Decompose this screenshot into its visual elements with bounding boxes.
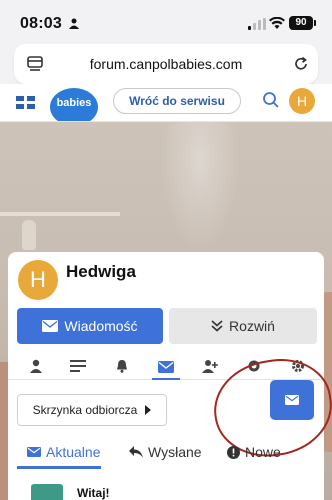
back-to-site-button[interactable]: Wróć do serwisu [113,88,241,114]
person-icon [69,18,79,29]
tab-profile[interactable] [22,356,50,376]
message-button[interactable]: Wiadomość [17,308,163,344]
profile-avatar: H [18,260,58,300]
tab-notifications[interactable] [108,356,136,376]
add-user-icon [202,360,218,373]
profile-card: H Hedwiga Wiadomość Rozwiń Skrzynka odbi… [8,252,332,500]
active-tab-underline [17,466,101,469]
tab-posts[interactable] [64,356,92,376]
site-logo[interactable]: babies [50,88,98,121]
browser-url-bar[interactable]: forum.canpolbabies.com [14,44,318,84]
person-icon [30,359,42,373]
list-item[interactable]: Witaj! [17,478,317,500]
photo-highlight [160,122,240,252]
search-icon[interactable] [262,91,280,109]
wifi-icon [269,17,285,29]
alert-circle-icon [227,445,240,459]
grid-menu-icon[interactable] [16,96,36,110]
expand-button-label: Rozwiń [229,318,275,334]
caret-right-icon [145,405,152,415]
envelope-icon [27,447,41,457]
double-chevron-down-icon [211,320,223,332]
user-avatar[interactable]: H [289,88,315,114]
site-header: babies Wróć do serwisu H [0,84,332,122]
signal-icon [248,18,266,30]
message-tabs: Aktualne Wysłane Nowe [17,438,317,469]
message-button-label: Wiadomość [64,318,138,334]
message-title: Witaj! [77,486,110,500]
url-text[interactable]: forum.canpolbabies.com [56,56,276,72]
tab-current[interactable]: Aktualne [27,444,100,460]
tab-friends[interactable] [196,356,224,376]
envelope-icon [158,361,174,373]
tab-new[interactable]: Nowe [227,444,281,460]
photo-shelf [0,212,120,216]
battery-indicator: 90 [289,16,313,30]
reload-icon[interactable] [292,55,310,73]
reply-icon [129,446,143,458]
folder-select-value: Skrzynka odbiorcza [32,403,138,417]
photo-vase [22,220,36,250]
bell-icon [117,360,127,373]
envelope-icon [42,320,59,332]
tab-sent-label: Wysłane [148,444,202,460]
status-time: 08:03 [20,15,62,32]
list-icon [70,360,86,372]
tab-new-label: Nowe [245,444,281,460]
tab-sent[interactable]: Wysłane [129,444,202,460]
page-menu-icon[interactable] [26,55,44,73]
folder-select[interactable]: Skrzynka odbiorcza [17,394,167,426]
tab-messages[interactable] [152,356,180,380]
message-thumbnail-icon [31,484,63,500]
profile-name: Hedwiga [66,262,136,281]
status-bar: 08:03 90 [0,0,332,40]
expand-button[interactable]: Rozwiń [169,308,317,344]
tab-current-label: Aktualne [46,444,101,460]
battery-tip [314,20,316,26]
